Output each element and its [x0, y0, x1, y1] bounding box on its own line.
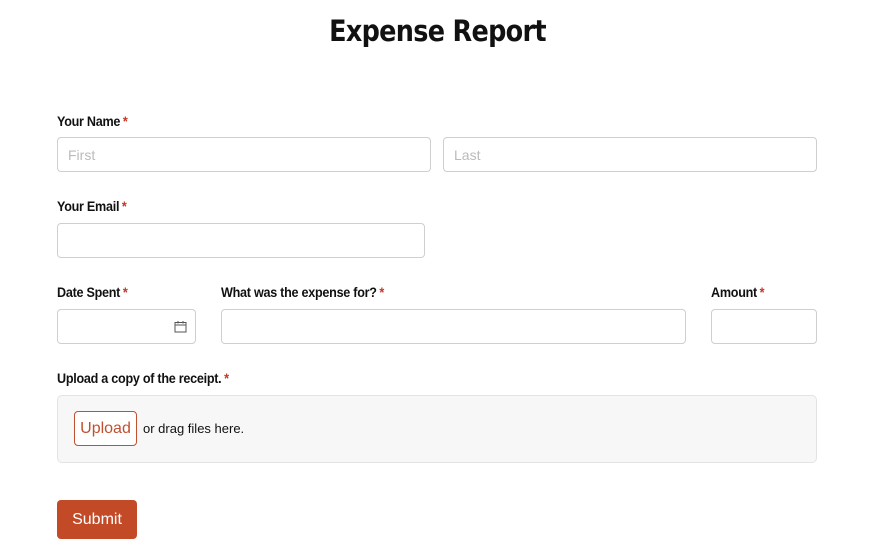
date-label: Date Spent * — [57, 284, 128, 300]
date-input[interactable] — [57, 309, 196, 344]
drag-files-text: or drag files here. — [143, 421, 245, 436]
name-label-text: Your Name — [57, 113, 121, 129]
required-marker: * — [759, 284, 765, 300]
email-label-text: Your Email — [57, 198, 120, 214]
email-label: Your Email * — [57, 198, 127, 214]
expense-label: What was the expense for? * — [221, 284, 384, 300]
required-marker: * — [379, 284, 385, 300]
amount-label: Amount * — [711, 284, 765, 300]
amount-input[interactable] — [711, 309, 817, 344]
required-marker: * — [122, 113, 128, 129]
submit-button[interactable]: Submit — [57, 500, 137, 539]
first-name-placeholder: First — [68, 146, 96, 163]
date-label-text: Date Spent — [57, 284, 121, 300]
upload-button[interactable]: Upload — [74, 411, 137, 446]
page-title: Expense Report — [329, 14, 546, 48]
required-marker: * — [224, 370, 229, 386]
email-input[interactable] — [57, 223, 425, 258]
required-marker: * — [121, 198, 127, 214]
calendar-icon[interactable] — [174, 320, 187, 333]
name-label: Your Name * — [57, 113, 128, 129]
amount-label-text: Amount — [711, 284, 757, 300]
last-name-placeholder: Last — [454, 146, 481, 163]
receipt-label: Upload a copy of the receipt. * — [57, 370, 229, 386]
expense-label-text: What was the expense for? — [221, 284, 377, 300]
receipt-label-text: Upload a copy of the receipt. — [57, 370, 222, 386]
file-dropzone[interactable]: Upload or drag files here. — [57, 395, 817, 463]
last-name-input[interactable]: Last — [443, 137, 817, 172]
first-name-input[interactable]: First — [57, 137, 431, 172]
required-marker: * — [122, 284, 128, 300]
expense-input[interactable] — [221, 309, 686, 344]
